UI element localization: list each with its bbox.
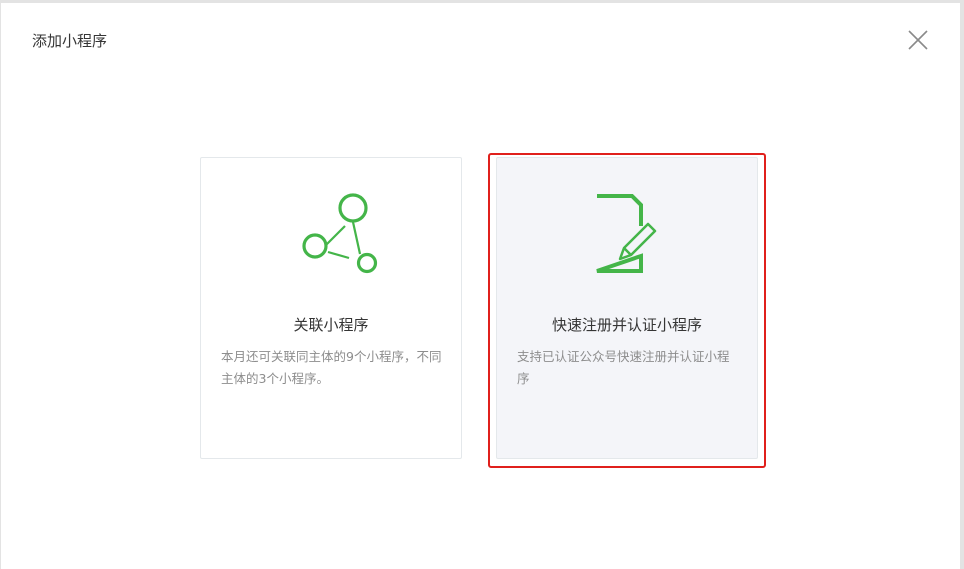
link-mini-program-card[interactable]: 关联小程序 本月还可关联同主体的9个小程序，不同主体的3个小程序。 [200,157,462,459]
quick-register-card[interactable]: 快速注册并认证小程序 支持已认证公众号快速注册并认证小程序 [496,157,758,459]
card-description: 支持已认证公众号快速注册并认证小程序 [517,349,730,386]
document-edit-icon [497,184,757,276]
add-mini-program-dialog: 添加小程序 [1,3,960,569]
card-description: 本月还可关联同主体的9个小程序，不同主体的3个小程序。 [221,349,442,386]
close-button[interactable] [905,27,931,53]
dialog-title: 添加小程序 [32,32,108,50]
share-network-icon [201,184,461,276]
card-title: 快速注册并认证小程序 [551,316,702,334]
card-title: 关联小程序 [293,316,369,334]
close-icon [908,30,928,50]
